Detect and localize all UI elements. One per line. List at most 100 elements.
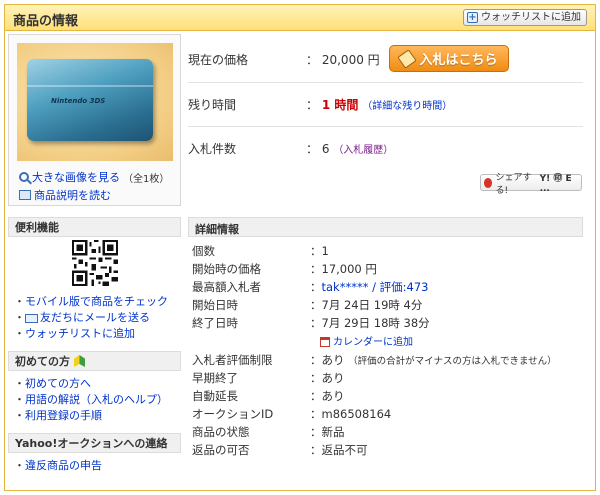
colon: ： <box>310 425 322 439</box>
add-to-watchlist-button[interactable]: + ウォッチリストに追加 <box>463 9 587 26</box>
top-bidder-link[interactable]: tak***** / 評価:473 <box>322 280 429 294</box>
start-time-value: 7月 24日 19時 4分 <box>321 298 423 312</box>
product-thumbnail[interactable]: Nintendo 3DS <box>17 43 173 161</box>
returns-value: 返品不可 <box>321 443 368 457</box>
rating-limit-value: あり <box>321 353 345 367</box>
bid-count-value-line: ： 6 （入札履歴） <box>306 140 393 157</box>
add-to-watchlist-label: ウォッチリストに追加 <box>481 12 581 23</box>
convenience-list: モバイル版で商品をチェック 友だちにメールを送る ウォッチリストに追加 <box>14 294 168 342</box>
colon: ： <box>306 98 319 112</box>
add-to-calendar-link[interactable]: カレンダーに追加 <box>320 333 413 348</box>
colon: ： <box>310 262 322 276</box>
view-large-image-link[interactable]: 大きな画像を見る （全1枚） <box>19 169 169 185</box>
contact-header: Yahoo!オークションへの連絡 <box>8 433 181 453</box>
detail-value-early-end: ：あり <box>310 370 345 386</box>
detail-value-top-bidder: ：tak***** / 評価:473 <box>310 279 428 295</box>
divider <box>188 82 583 83</box>
view-large-image-label: 大きな画像を見る <box>32 171 120 184</box>
mobile-version-link[interactable]: モバイル版で商品をチェック <box>14 294 168 310</box>
convenience-header: 便利機能 <box>8 217 181 237</box>
detail-label-auto-extend: 自動延長 <box>192 389 238 403</box>
colon: ： <box>310 353 322 367</box>
colon: ： <box>310 280 322 294</box>
detail-label-end-time: 終了日時 <box>192 316 238 330</box>
divider <box>188 126 583 127</box>
send-mail-item[interactable]: 友だちにメールを送る <box>14 310 168 326</box>
end-time-value: 7月 29日 18時 38分 <box>321 316 430 330</box>
time-left-label: 残り時間 <box>188 98 237 112</box>
colon: ： <box>306 142 319 156</box>
panel-title: 商品の情報 <box>13 14 79 29</box>
details-title: 詳細情報 <box>195 223 239 236</box>
read-description-link[interactable]: 商品説明を読む <box>19 187 111 203</box>
product-image-box: Nintendo 3DS 大きな画像を見る （全1枚） 商品説明を読む <box>8 34 181 206</box>
detailed-time-left-link[interactable]: （詳細な残り時間） <box>362 101 452 112</box>
registration-steps-link[interactable]: 利用登録の手順 <box>14 408 168 424</box>
report-violation-link[interactable]: 違反商品の申告 <box>14 458 102 474</box>
contact-title: Yahoo!オークションへの連絡 <box>15 437 168 450</box>
time-left-value: 1 時間 <box>321 98 359 112</box>
detail-label-start-price: 開始時の価格 <box>192 262 261 276</box>
colon: ： <box>310 298 322 312</box>
current-price-value-line: ： 20,000 円 <box>306 51 380 68</box>
image-count: （全1枚） <box>123 173 170 185</box>
time-left-value-line: ： 1 時間 （詳細な残り時間） <box>306 96 452 113</box>
gavel-icon <box>397 48 418 69</box>
colon: ： <box>310 244 322 258</box>
panel-header: 商品の情報 + ウォッチリストに追加 <box>5 5 595 31</box>
first-time-title: 初めての方 <box>15 355 70 368</box>
share-label: シェアする! <box>495 172 532 196</box>
detail-value-auction-id: ：m86508164 <box>310 406 391 422</box>
quantity-value: 1 <box>321 244 329 258</box>
detail-label-start-time: 開始日時 <box>192 298 238 312</box>
detail-label-rating-limit: 入札者評価制限 <box>192 353 273 367</box>
sidebar-watchlist-link[interactable]: ウォッチリストに追加 <box>14 326 168 342</box>
bid-count-label: 入札件数 <box>188 142 237 156</box>
read-description-label: 商品説明を読む <box>34 189 111 202</box>
detail-label-top-bidder: 最高額入札者 <box>192 280 261 294</box>
bid-history-link[interactable]: （入札履歴） <box>333 145 393 156</box>
detail-value-quantity: ：1 <box>310 243 329 259</box>
product-photo-device: Nintendo 3DS <box>27 59 153 141</box>
calendar-icon <box>320 337 330 347</box>
current-price-value: 20,000 円 <box>321 53 380 67</box>
detail-value-condition: ：新品 <box>310 424 345 440</box>
qr-code <box>72 240 118 286</box>
detail-value-returns: ：返品不可 <box>310 442 368 458</box>
detail-label-returns: 返品の可否 <box>192 443 250 457</box>
colon: ： <box>310 443 322 457</box>
colon: ： <box>306 53 319 67</box>
beginner-mark-icon <box>74 355 85 367</box>
send-mail-link[interactable]: 友だちにメールを送る <box>40 311 150 324</box>
device-hinge <box>27 85 153 87</box>
share-button[interactable]: シェアする! Y! ㊞ E ... <box>480 173 582 196</box>
device-label: Nintendo 3DS <box>51 97 106 105</box>
detail-value-auto-extend: ：あり <box>310 388 345 404</box>
start-price-value: 17,000 円 <box>321 262 377 276</box>
detail-value-end-time: ：7月 29日 18時 38分 <box>310 315 430 331</box>
first-time-header: 初めての方 <box>8 351 181 371</box>
book-icon <box>19 190 31 200</box>
contact-list: 違反商品の申告 <box>14 458 102 474</box>
place-bid-button[interactable]: 入札はこちら <box>389 45 509 72</box>
colon: ： <box>310 389 322 403</box>
detail-label-auction-id: オークションID <box>192 407 274 421</box>
condition-value: 新品 <box>321 425 345 439</box>
plus-icon: + <box>467 12 478 23</box>
details-header: 詳細情報 <box>188 217 583 237</box>
colon: ： <box>310 316 322 330</box>
current-price-label: 現在の価格 <box>188 53 249 67</box>
detail-value-start-price: ：17,000 円 <box>310 261 377 277</box>
place-bid-label: 入札はこちら <box>419 53 498 68</box>
beginners-guide-link[interactable]: 初めての方へ <box>14 376 168 392</box>
colon: ： <box>310 371 322 385</box>
add-to-calendar-label: カレンダーに追加 <box>333 337 413 348</box>
colon: ： <box>310 407 322 421</box>
detail-label-quantity: 個数 <box>192 244 215 258</box>
convenience-title: 便利機能 <box>15 221 59 234</box>
rating-limit-note: （評価の合計がマイナスの方は入札できません） <box>348 356 557 367</box>
glossary-link[interactable]: 用語の解説（入札のヘルプ） <box>14 392 168 408</box>
early-end-value: あり <box>321 371 345 385</box>
mail-icon <box>25 313 38 323</box>
detail-value-rating-limit: ：あり （評価の合計がマイナスの方は入札できません） <box>310 352 557 368</box>
